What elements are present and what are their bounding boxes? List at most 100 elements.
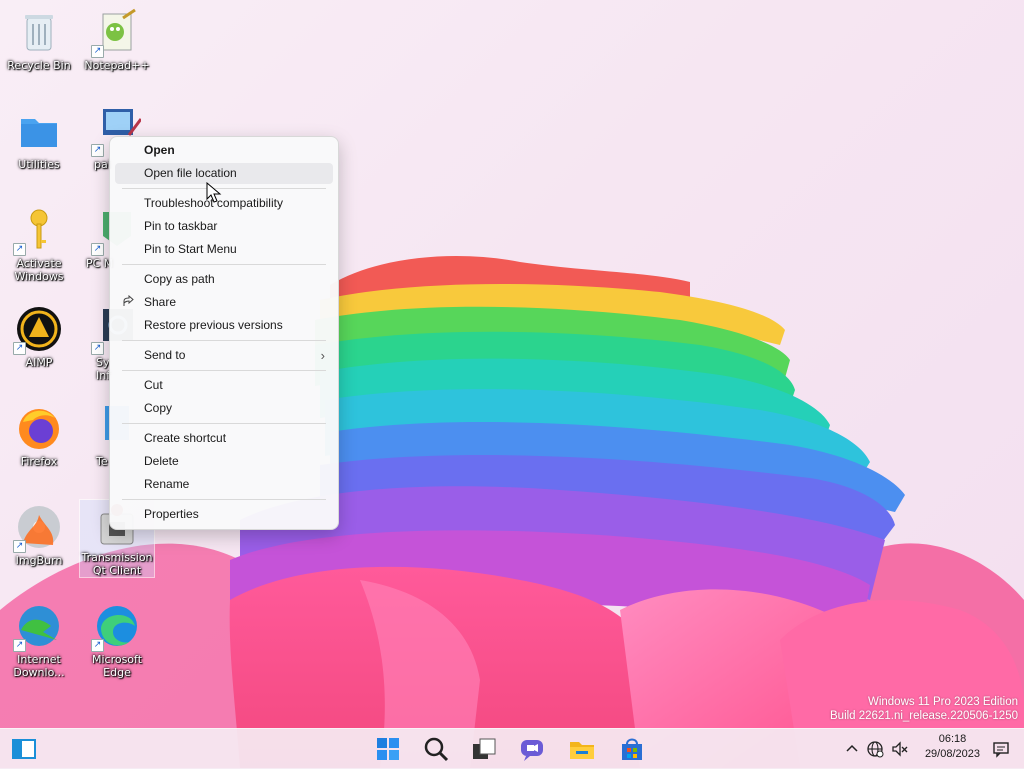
- watermark-edition: Windows 11 Pro 2023 Edition: [867, 696, 1018, 708]
- desktop-icon-aimp[interactable]: ↗ AIMP: [4, 305, 74, 369]
- menu-item-copy[interactable]: Copy: [115, 398, 333, 419]
- firefox-icon: [15, 404, 63, 452]
- desktop-icon-recycle-bin[interactable]: Recycle Bin: [4, 8, 74, 72]
- chat-button[interactable]: [518, 735, 546, 763]
- desktop-icon-label: Internet Downlo...: [13, 653, 65, 679]
- show-hidden-icons-button[interactable]: [843, 740, 861, 758]
- volume-muted-icon: [892, 741, 908, 757]
- start-button[interactable]: [374, 735, 402, 763]
- desktop-icon-activate-windows[interactable]: ↗ Activate Windows: [4, 206, 74, 283]
- file-explorer-button[interactable]: [568, 735, 596, 763]
- clock-date: 29/08/2023: [924, 748, 980, 760]
- desktop-icon-label: ImgBurn: [15, 554, 63, 567]
- menu-item-restore-previous-versions[interactable]: Restore previous versions: [115, 315, 333, 336]
- shortcut-arrow-icon: ↗: [91, 639, 104, 652]
- menu-item-label: Copy: [144, 401, 173, 415]
- network-icon: [867, 741, 884, 758]
- mouse-cursor-icon: [206, 182, 222, 203]
- menu-item-label: Send to: [144, 348, 186, 362]
- chat-icon: [521, 740, 543, 761]
- menu-item-label: Restore previous versions: [144, 318, 283, 332]
- start-icon: [377, 738, 399, 760]
- file-explorer-icon: [570, 742, 594, 759]
- menu-item-troubleshoot-compatibility[interactable]: Troubleshoot compatibility: [115, 193, 333, 214]
- menu-item-send-to[interactable]: Send to ›: [115, 345, 333, 366]
- clock-time: 06:18: [938, 733, 967, 745]
- context-menu: Open Open file location Troubleshoot com…: [109, 136, 339, 530]
- aimp-icon: ↗: [13, 305, 63, 355]
- menu-separator: [122, 264, 326, 265]
- key-icon: ↗: [13, 206, 63, 256]
- notifications-icon: [993, 742, 1009, 758]
- menu-item-share[interactable]: Share: [115, 292, 333, 313]
- desktop-icon-label: Microsoft Edge: [91, 653, 143, 679]
- desktop-icon-label: Activate Windows: [14, 257, 64, 283]
- desktop-icon-imgburn[interactable]: ↗ ImgBurn: [4, 503, 74, 567]
- menu-item-pin-to-taskbar[interactable]: Pin to taskbar: [115, 216, 333, 237]
- desktop-icon-label: Notepad++: [84, 59, 150, 72]
- desktop-icon-label: Firefox: [20, 455, 58, 468]
- menu-item-open[interactable]: Open: [115, 140, 333, 161]
- menu-item-rename[interactable]: Rename: [115, 474, 333, 495]
- menu-item-label: Open file location: [144, 166, 237, 180]
- menu-separator: [122, 499, 326, 500]
- desktop-icon-label: AIMP: [25, 356, 53, 369]
- task-view-icon: [473, 738, 496, 759]
- desktop-icon-label: Recycle Bin: [7, 59, 71, 72]
- taskbar: 06:18 29/08/2023: [0, 728, 1024, 769]
- store-button[interactable]: [618, 735, 646, 763]
- store-icon: [622, 738, 642, 760]
- menu-separator: [122, 340, 326, 341]
- menu-item-label: Properties: [144, 507, 199, 521]
- menu-item-label: Cut: [144, 378, 163, 392]
- imgburn-icon: ↗: [13, 503, 63, 553]
- menu-item-properties[interactable]: Properties: [115, 504, 333, 525]
- menu-separator: [122, 423, 326, 424]
- menu-separator: [122, 188, 326, 189]
- chevron-up-icon: [846, 744, 858, 752]
- volume-button[interactable]: [891, 740, 909, 758]
- widgets-button[interactable]: [10, 735, 38, 763]
- desktop-icon-firefox[interactable]: Firefox: [4, 404, 74, 468]
- menu-item-copy-as-path[interactable]: Copy as path: [115, 269, 333, 290]
- windows-watermark: Windows 11 Pro 2023 Edition Build 22621.…: [830, 695, 1018, 723]
- shortcut-arrow-icon: ↗: [13, 639, 26, 652]
- notepadpp-icon: ↗: [91, 8, 141, 58]
- folder-icon: [15, 107, 63, 155]
- menu-item-pin-to-start-menu[interactable]: Pin to Start Menu: [115, 239, 333, 260]
- task-view-button[interactable]: [470, 735, 498, 763]
- menu-separator: [122, 370, 326, 371]
- search-button[interactable]: [422, 735, 450, 763]
- notifications-button[interactable]: [992, 740, 1010, 758]
- menu-item-create-shortcut[interactable]: Create shortcut: [115, 428, 333, 449]
- shortcut-arrow-icon: ↗: [91, 342, 104, 355]
- recycle-bin-icon: [15, 8, 63, 56]
- menu-item-label: Delete: [144, 454, 179, 468]
- chevron-right-icon: ›: [320, 348, 325, 363]
- watermark-build: Build 22621.ni_release.220506-1250: [830, 710, 1018, 722]
- menu-item-cut[interactable]: Cut: [115, 375, 333, 396]
- search-icon: [424, 737, 449, 762]
- desktop-icon-label: Utilities: [18, 158, 60, 171]
- menu-item-label: Rename: [144, 477, 190, 491]
- desktop-icon-internet-download-manager[interactable]: ↗ Internet Downlo...: [4, 602, 74, 679]
- menu-item-label: Share: [144, 295, 177, 309]
- shortcut-arrow-icon: ↗: [13, 540, 26, 553]
- menu-item-label: Copy as path: [144, 272, 215, 286]
- network-button[interactable]: [866, 740, 884, 758]
- shortcut-arrow-icon: ↗: [91, 144, 104, 157]
- edge-icon: ↗: [91, 602, 141, 652]
- menu-item-label: Open: [144, 143, 175, 157]
- menu-item-label: Pin to taskbar: [144, 219, 218, 233]
- share-icon: [122, 292, 134, 313]
- desktop-icon-utilities[interactable]: Utilities: [4, 107, 74, 171]
- menu-item-open-file-location[interactable]: Open file location: [115, 163, 333, 184]
- menu-item-label: Create shortcut: [144, 431, 227, 445]
- widgets-icon: [12, 739, 36, 759]
- clock[interactable]: 06:18 29/08/2023: [925, 732, 980, 762]
- shortcut-arrow-icon: ↗: [13, 342, 26, 355]
- shortcut-arrow-icon: ↗: [91, 243, 104, 256]
- menu-item-delete[interactable]: Delete: [115, 451, 333, 472]
- desktop-icon-microsoft-edge[interactable]: ↗ Microsoft Edge: [82, 602, 152, 679]
- desktop-icon-notepadpp[interactable]: ↗ Notepad++: [82, 8, 152, 72]
